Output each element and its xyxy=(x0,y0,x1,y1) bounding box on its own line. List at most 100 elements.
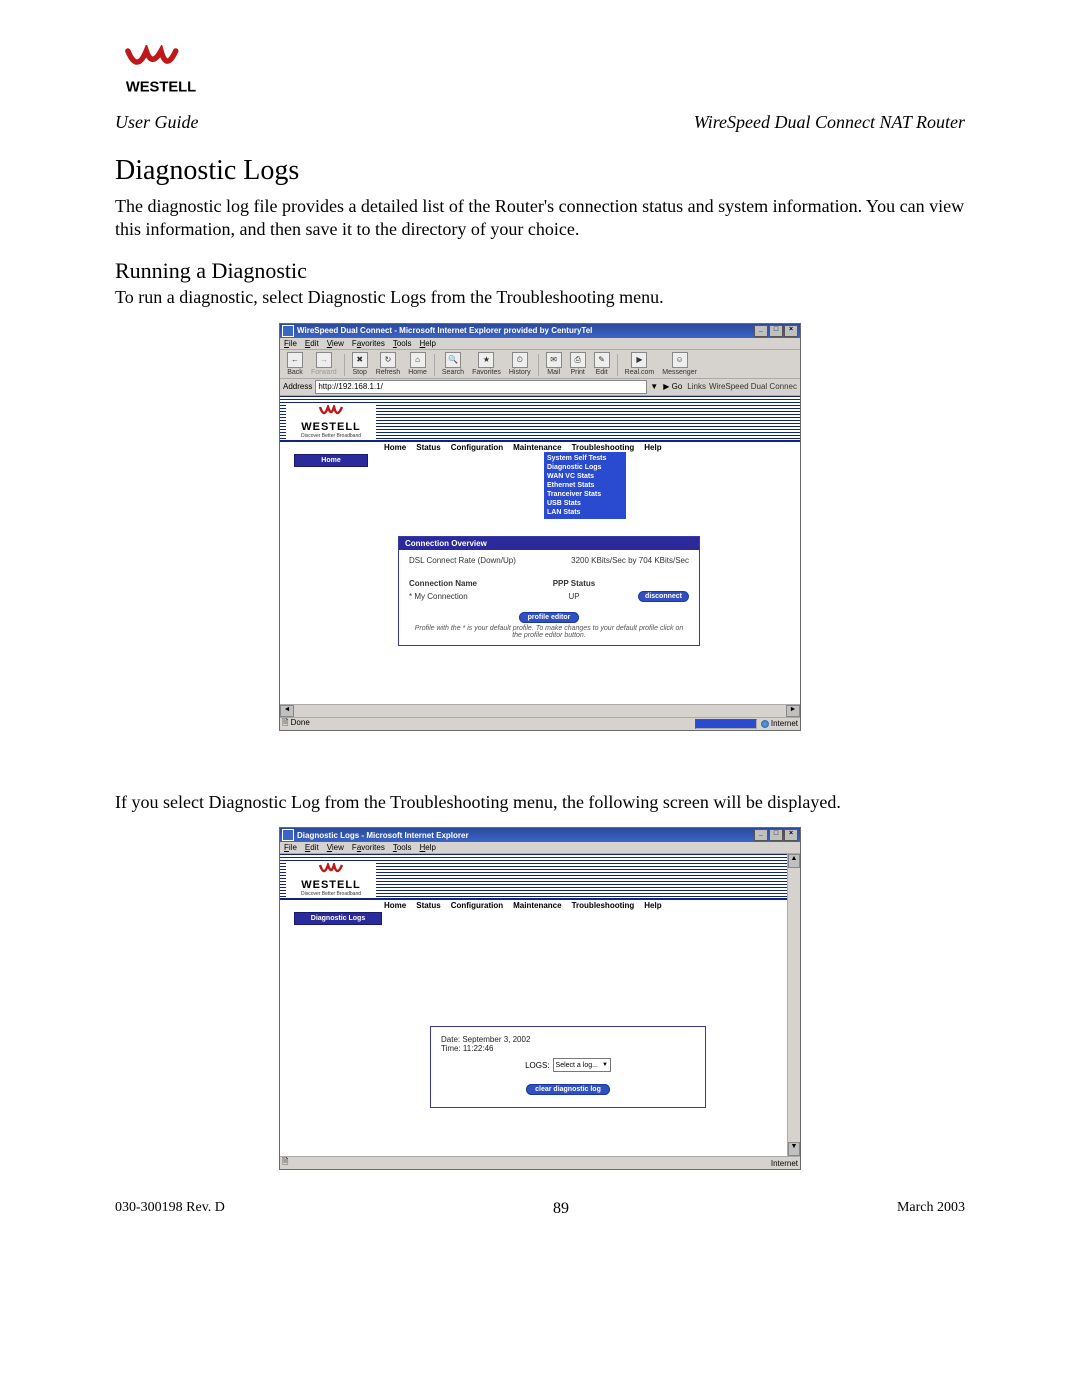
ts-item-tranceiver[interactable]: Tranceiver Stats xyxy=(547,490,623,499)
nav-configuration[interactable]: Configuration xyxy=(451,901,503,910)
search-button[interactable]: 🔍Search xyxy=(439,352,467,376)
scroll-left-icon[interactable]: ◄ xyxy=(280,705,294,717)
maximize-button[interactable]: □ xyxy=(769,325,783,337)
svg-text:WESTELL: WESTELL xyxy=(126,79,196,95)
scroll-up-icon[interactable]: ▲ xyxy=(788,854,800,868)
window-titlebar: WireSpeed Dual Connect - Microsoft Inter… xyxy=(280,324,800,338)
toolbar: ←Back →Forward ✖Stop ↻Refresh ⌂Home 🔍Sea… xyxy=(280,350,800,379)
clear-log-button[interactable]: clear diagnostic log xyxy=(526,1084,610,1095)
ie-icon xyxy=(282,829,294,841)
nav-status[interactable]: Status xyxy=(416,443,440,452)
nav-help[interactable]: Help xyxy=(644,901,661,910)
page-header: User Guide WireSpeed Dual Connect NAT Ro… xyxy=(115,112,965,133)
address-bar: Address http://192.168.1.1/ ▼ ▶ Go Links… xyxy=(280,379,800,396)
scroll-down-icon[interactable]: ▼ xyxy=(788,1142,800,1156)
ts-item-diagnostic-logs[interactable]: Diagnostic Logs xyxy=(547,463,623,472)
messenger-button[interactable]: ☺Messenger xyxy=(659,352,700,376)
back-button[interactable]: ←Back xyxy=(284,352,306,376)
menu-tools[interactable]: Tools xyxy=(393,339,412,348)
menu-file[interactable]: File xyxy=(284,843,297,852)
ts-item-wan-vc[interactable]: WAN VC Stats xyxy=(547,472,623,481)
history-icon: ⏲ xyxy=(512,352,528,368)
menu-bar: File Edit View Favorites Tools Help xyxy=(280,338,800,350)
menu-tools[interactable]: Tools xyxy=(393,843,412,852)
close-button[interactable]: × xyxy=(784,325,798,337)
address-input[interactable]: http://192.168.1.1/ xyxy=(315,380,647,394)
address-label: Address xyxy=(283,382,312,391)
menu-favorites[interactable]: Favorites xyxy=(352,339,385,348)
menu-view[interactable]: View xyxy=(327,843,344,852)
sidebar-diagnostic-logs[interactable]: Diagnostic Logs xyxy=(294,912,382,925)
internet-zone: Internet xyxy=(761,719,798,728)
ts-item-ethernet[interactable]: Ethernet Stats xyxy=(547,481,623,490)
nav-maintenance[interactable]: Maintenance xyxy=(513,443,561,452)
stop-icon: ✖ xyxy=(352,352,368,368)
menu-edit[interactable]: Edit xyxy=(305,339,319,348)
history-button[interactable]: ⏲History xyxy=(506,352,534,376)
scroll-right-icon[interactable]: ► xyxy=(786,705,800,717)
edit-button[interactable]: ✎Edit xyxy=(591,352,613,376)
westell-logo: WESTELL xyxy=(115,45,965,108)
menu-file[interactable]: File xyxy=(284,339,297,348)
forward-icon: → xyxy=(316,352,332,368)
favorites-button[interactable]: ★Favorites xyxy=(469,352,504,376)
intro-paragraph: The diagnostic log file provides a detai… xyxy=(115,195,965,240)
sidebar-home[interactable]: Home xyxy=(294,454,368,467)
ppp-status: UP xyxy=(519,592,629,601)
minimize-button[interactable]: _ xyxy=(754,325,768,337)
ts-item-lan[interactable]: LAN Stats xyxy=(547,508,623,517)
page-footer: 030-300198 Rev. D 89 March 2003 xyxy=(115,1194,965,1218)
logs-label: LOGS: xyxy=(525,1061,549,1070)
mail-icon: ✉ xyxy=(546,352,562,368)
nav-maintenance[interactable]: Maintenance xyxy=(513,901,561,910)
profile-note: Profile with the * is your default profi… xyxy=(409,625,689,639)
nav-configuration[interactable]: Configuration xyxy=(451,443,503,452)
nav-troubleshooting[interactable]: Troubleshooting xyxy=(572,443,635,452)
ts-item-self-tests[interactable]: System Self Tests xyxy=(547,454,623,463)
forward-button[interactable]: →Forward xyxy=(308,352,340,376)
disconnect-button[interactable]: disconnect xyxy=(638,591,689,602)
mail-button[interactable]: ✉Mail xyxy=(543,352,565,376)
edit-icon: ✎ xyxy=(594,352,610,368)
nav-home[interactable]: Home xyxy=(384,443,406,452)
links-item[interactable]: WireSpeed Dual Connec xyxy=(709,382,797,391)
maximize-button[interactable]: □ xyxy=(769,829,783,841)
menu-help[interactable]: Help xyxy=(420,843,436,852)
col-ppp-status: PPP Status xyxy=(519,579,629,588)
page-number: 89 xyxy=(553,1200,569,1218)
time-label: Time: 11:22:46 xyxy=(441,1044,695,1053)
menu-help[interactable]: Help xyxy=(420,339,436,348)
date-label: Date: September 3, 2002 xyxy=(441,1035,695,1044)
panel-title: Connection Overview xyxy=(399,537,699,550)
close-button[interactable]: × xyxy=(784,829,798,841)
nav-troubleshooting[interactable]: Troubleshooting xyxy=(572,901,635,910)
nav-help[interactable]: Help xyxy=(644,443,661,452)
home-button[interactable]: ⌂Home xyxy=(405,352,430,376)
instruction-2: If you select Diagnostic Log from the Tr… xyxy=(115,791,965,814)
header-left: User Guide xyxy=(115,112,199,133)
horizontal-scrollbar[interactable]: ◄ ► xyxy=(280,704,800,717)
menu-view[interactable]: View xyxy=(327,339,344,348)
links-label: Links xyxy=(687,382,706,391)
header-right: WireSpeed Dual Connect NAT Router xyxy=(694,112,965,133)
globe-icon xyxy=(761,720,769,728)
back-icon: ← xyxy=(287,352,303,368)
nav-status[interactable]: Status xyxy=(416,901,440,910)
menu-favorites[interactable]: Favorites xyxy=(352,843,385,852)
go-button[interactable]: ▶ Go xyxy=(661,382,684,391)
diagnostic-log-panel: Date: September 3, 2002 Time: 11:22:46 L… xyxy=(430,1026,706,1108)
ts-item-usb[interactable]: USB Stats xyxy=(547,499,623,508)
menu-edit[interactable]: Edit xyxy=(305,843,319,852)
vertical-scrollbar[interactable]: ▲ ▼ xyxy=(787,854,800,1156)
status-bar-2: 🗎 Internet xyxy=(280,1156,800,1169)
router-logo-2: WESTELL Discover Better Broadband xyxy=(286,862,376,898)
print-button[interactable]: ⎙Print xyxy=(567,352,589,376)
refresh-button[interactable]: ↻Refresh xyxy=(373,352,404,376)
profile-editor-button[interactable]: profile editor xyxy=(519,612,580,623)
nav-home[interactable]: Home xyxy=(384,901,406,910)
realcom-button[interactable]: ▶Real.com xyxy=(622,352,658,376)
minimize-button[interactable]: _ xyxy=(754,829,768,841)
connection-overview-panel: Connection Overview DSL Connect Rate (Do… xyxy=(398,536,700,646)
stop-button[interactable]: ✖Stop xyxy=(349,352,371,376)
log-select[interactable]: Select a log...▼ xyxy=(553,1058,611,1072)
